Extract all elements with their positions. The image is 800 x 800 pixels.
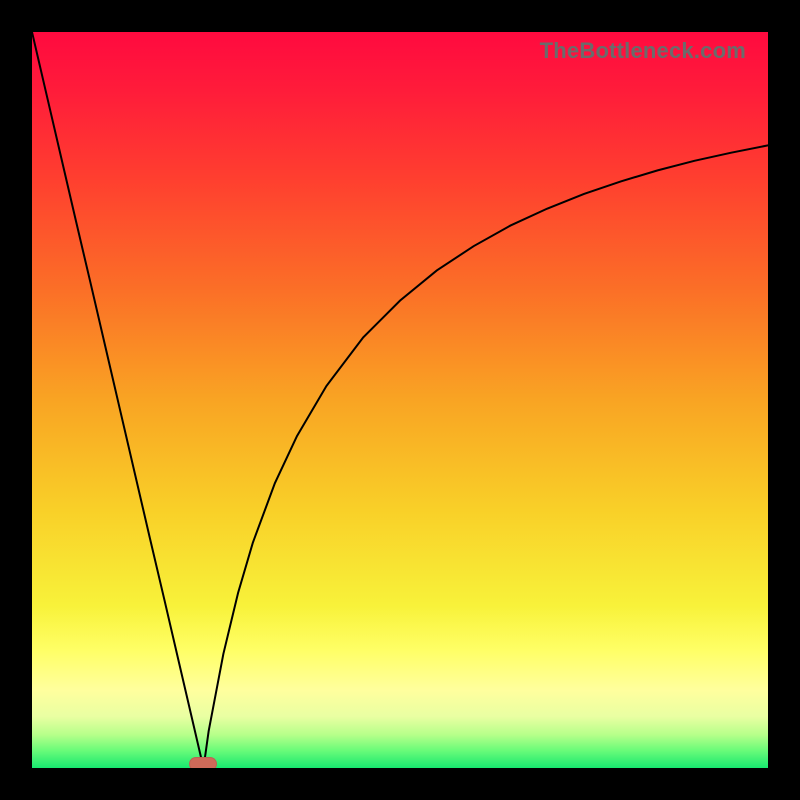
chart-curve	[32, 32, 768, 768]
plot-area: TheBottleneck.com	[32, 32, 768, 768]
left-branch-path	[32, 32, 203, 768]
minimum-marker	[189, 757, 217, 768]
chart-frame: TheBottleneck.com	[0, 0, 800, 800]
right-branch-path	[203, 145, 768, 768]
